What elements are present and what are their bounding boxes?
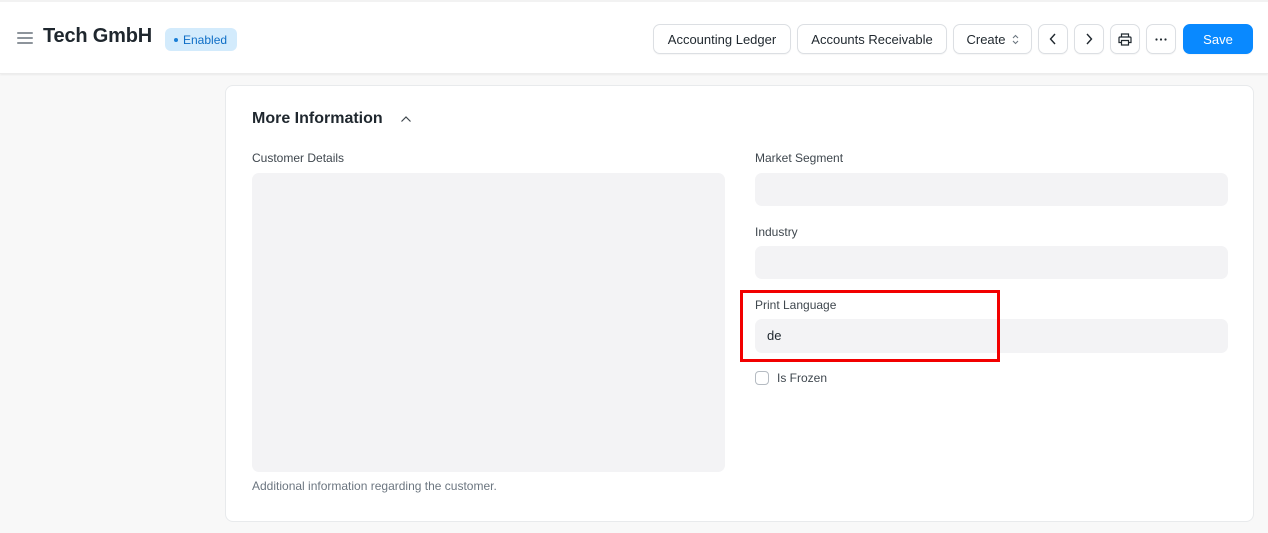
print-language-input[interactable]: de [755, 319, 1228, 353]
is-frozen-checkbox[interactable] [755, 371, 769, 385]
navbar: Tech GmbH Enabled Accounting Ledger Acco… [0, 0, 1268, 74]
print-language-value: de [767, 328, 782, 343]
customer-details-help: Additional information regarding the cus… [252, 479, 497, 493]
chevron-right-icon [1086, 33, 1093, 45]
more-icon [1155, 37, 1167, 41]
customer-details-textarea[interactable] [252, 173, 725, 472]
status-badge: Enabled [165, 28, 238, 51]
previous-record-button[interactable] [1038, 24, 1068, 54]
is-frozen-label[interactable]: Is Frozen [777, 371, 827, 385]
market-segment-input[interactable] [755, 173, 1228, 206]
industry-input[interactable] [755, 246, 1228, 279]
page-title: Tech GmbH [43, 25, 152, 47]
chevron-up-icon[interactable] [400, 114, 412, 124]
status-dot-icon [174, 37, 178, 42]
accounts-receivable-button[interactable]: Accounts Receivable [797, 24, 947, 54]
chevron-left-icon [1049, 33, 1056, 45]
create-label: Create [966, 31, 1006, 47]
more-information-section: More Information Customer Details Additi… [225, 85, 1254, 522]
print-language-label: Print Language [755, 298, 837, 312]
next-record-button[interactable] [1074, 24, 1104, 54]
menu-icon[interactable] [17, 32, 33, 44]
printer-icon [1118, 32, 1132, 46]
status-text: Enabled [183, 32, 228, 47]
customer-details-label: Customer Details [252, 151, 345, 165]
industry-label: Industry [755, 225, 798, 239]
print-button[interactable] [1110, 24, 1140, 54]
market-segment-label: Market Segment [755, 151, 844, 165]
accounting-ledger-button[interactable]: Accounting Ledger [653, 24, 791, 54]
up-down-icon [1012, 34, 1018, 44]
create-dropdown-button[interactable]: Create [953, 24, 1032, 54]
save-button[interactable]: Save [1183, 24, 1253, 54]
section-title[interactable]: More Information [252, 110, 383, 128]
more-options-button[interactable] [1146, 24, 1176, 54]
